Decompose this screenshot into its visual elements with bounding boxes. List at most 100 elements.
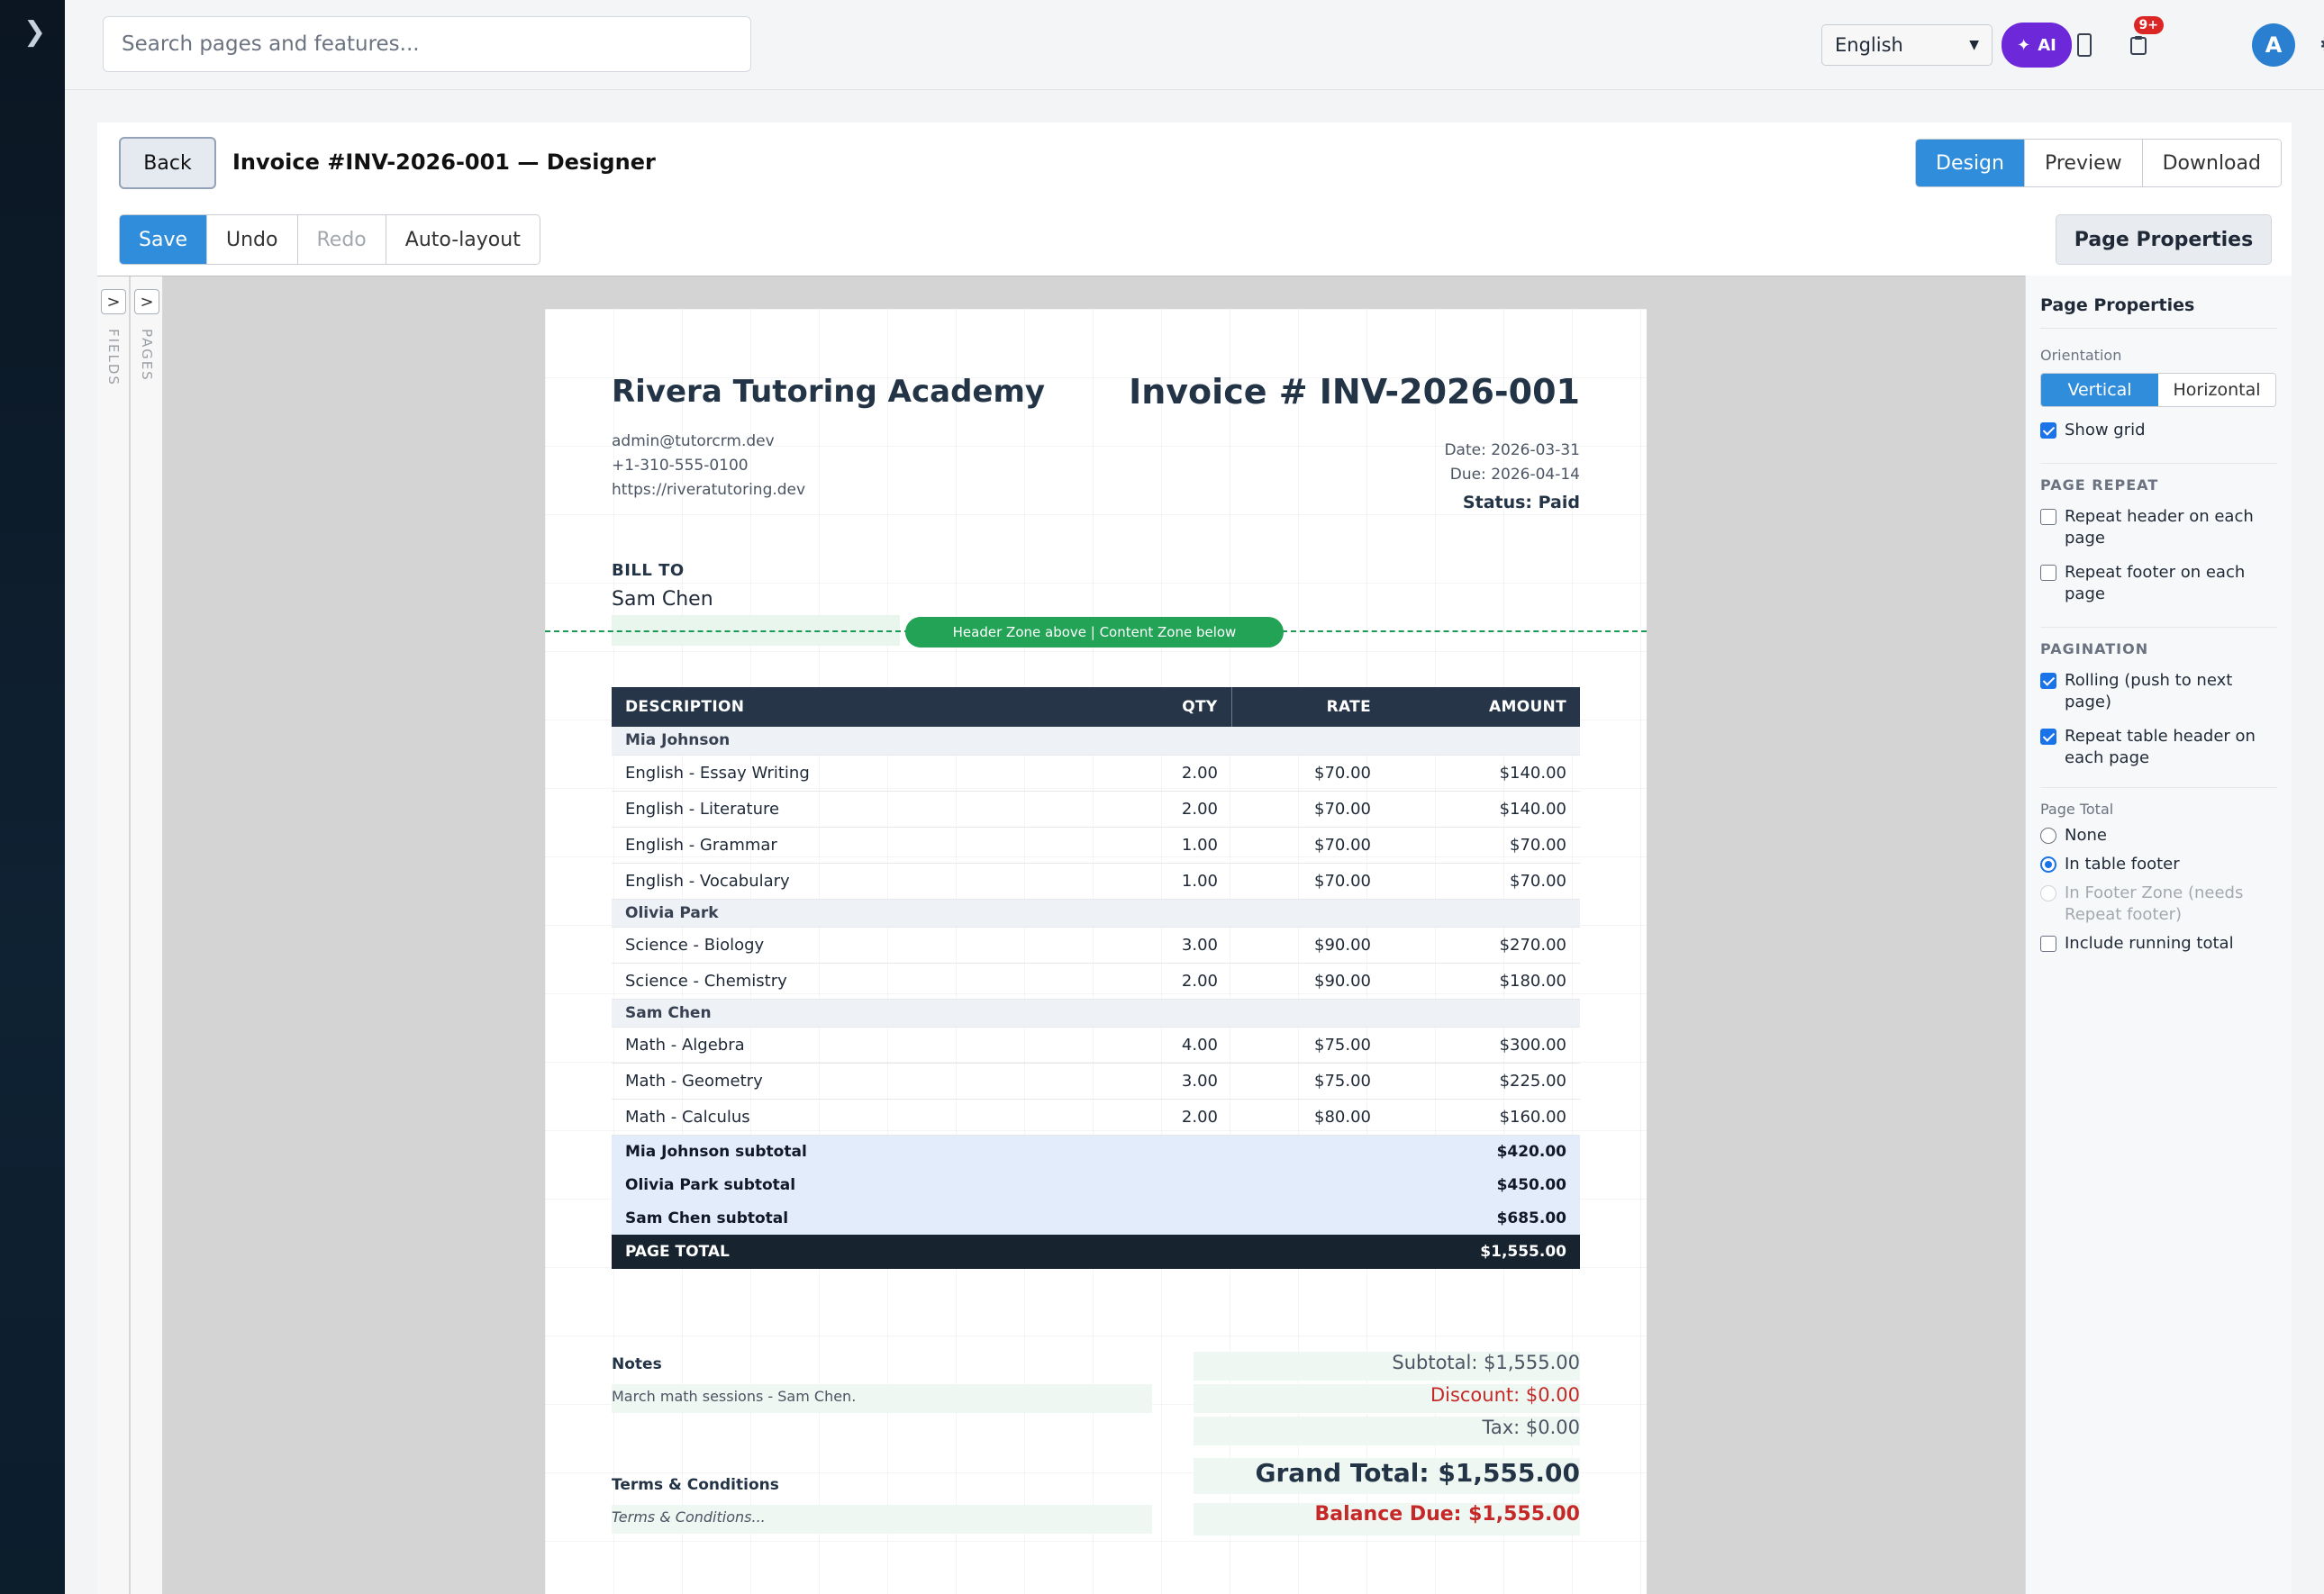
orientation-label: Orientation [2040,347,2122,364]
table-row: English - Grammar 1.00 $70.00 $70.00 [612,827,1580,864]
page-total-heading: Page Total [2040,787,2277,818]
invoice-dates[interactable]: Date: 2026-03-31 Due: 2026-04-14 [1444,439,1580,487]
notes-text[interactable]: March math sessions - Sam Chen. [612,1384,1152,1413]
group-row: Mia Johnson [612,727,1580,756]
clipboard-icon [2130,36,2147,55]
view-mode-group: Design Preview Download [1915,139,2282,187]
page-repeat-heading: PAGE REPEAT [2040,463,2277,494]
ai-label: AI [2038,35,2056,55]
designer-panel: Back Invoice #INV-2026-001 — Designer De… [97,122,2292,1594]
terms-text[interactable]: Terms & Conditions... [612,1505,1152,1534]
tab-design[interactable]: Design [1916,140,2025,186]
expand-fields-icon[interactable]: > [101,289,126,314]
col-rate: RATE [1231,687,1384,727]
page-title: Invoice #INV-2026-001 — Designer [232,149,656,175]
subtotal-row: Sam Chen subtotal $685.00 [612,1201,1580,1235]
radio-disabled-icon[interactable] [2040,885,2056,901]
chevron-down-icon: ▼ [1969,38,1979,52]
repeat-footer-checkbox[interactable]: Repeat footer on each page [2040,562,2277,605]
ai-button[interactable]: ✦ AI [2002,23,2072,68]
company-contact[interactable]: admin@tutorcrm.dev +1-310-555-0100 https… [612,430,805,503]
company-phone: +1-310-555-0100 [612,457,749,475]
invoice-status[interactable]: Status: Paid [1463,493,1580,512]
checkbox-icon[interactable] [2040,509,2056,525]
expand-sidebar-icon[interactable]: ❯ [23,16,46,48]
page-properties-panel: Page Properties Orientation Vertical Hor… [2025,276,2292,1594]
redo-button[interactable]: Redo [298,215,386,264]
checkbox-checked-icon[interactable] [2040,729,2056,745]
bill-to-name[interactable]: Sam Chen [612,588,713,611]
subtotal-field[interactable]: Subtotal: $1,555.00 [1194,1352,1580,1381]
discount-field[interactable]: Discount: $0.00 [1194,1384,1580,1413]
group-row: Sam Chen [612,999,1580,1028]
orientation-horizontal[interactable]: Horizontal [2158,374,2275,406]
col-amount: AMOUNT [1384,687,1580,727]
tab-download[interactable]: Download [2142,140,2281,186]
bill-to-label[interactable]: BILL TO [612,561,685,580]
invoice-page[interactable]: Rivera Tutoring Academy Invoice # INV-20… [545,309,1647,1594]
table-row: Math - Algebra 4.00 $75.00 $300.00 [612,1027,1580,1064]
terms-label[interactable]: Terms & Conditions [612,1476,779,1494]
left-rail: ❯ [0,0,65,1594]
page-total-footer-zone-radio[interactable]: In Footer Zone (needs Repeat footer) [2040,883,2277,926]
subtotal-row: Mia Johnson subtotal $420.00 [612,1135,1580,1168]
checkbox-icon[interactable] [2040,936,2056,952]
undo-button[interactable]: Undo [207,215,298,264]
search-input[interactable] [103,16,751,72]
fields-panel-tab[interactable]: > FIELDS [97,276,130,1594]
pages-label: PAGES [139,329,155,382]
repeat-table-header-checkbox[interactable]: Repeat table header on each page [2040,726,2277,769]
page-total-none-radio[interactable]: None [2040,825,2277,847]
subtotal-row: Olivia Park subtotal $450.00 [612,1168,1580,1201]
editor-toolbar: Save Undo Redo Auto-layout [119,214,540,265]
orientation-toggle: Vertical Horizontal [2040,373,2276,407]
back-button[interactable]: Back [119,137,216,189]
radio-selected-icon[interactable] [2040,856,2056,873]
expand-pages-icon[interactable]: > [134,289,159,314]
orientation-vertical[interactable]: Vertical [2041,374,2158,406]
properties-title: Page Properties [2040,295,2277,329]
pagination-heading: PAGINATION [2040,627,2277,657]
fields-label: FIELDS [105,329,122,386]
table-row: English - Vocabulary 1.00 $70.00 $70.00 [612,863,1580,900]
table-row: Science - Chemistry 2.00 $90.00 $180.00 [612,963,1580,1000]
show-grid-checkbox[interactable]: Show grid [2040,420,2277,441]
balance-due-field[interactable]: Balance Due: $1,555.00 [1194,1503,1580,1535]
notes-label[interactable]: Notes [612,1355,662,1373]
col-qty: QTY [1132,687,1232,727]
checkbox-icon[interactable] [2040,565,2056,581]
rolling-checkbox[interactable]: Rolling (push to next page) [2040,670,2277,713]
gear-icon[interactable]: ⚙ [2311,27,2324,63]
notifications-button[interactable]: 9+ [2120,16,2164,63]
tab-preview[interactable]: Preview [2024,140,2143,186]
top-bar: English ▼ ✦ AI 9+ A ⚙ [65,0,2324,90]
table-row: English - Essay Writing 2.00 $70.00 $140.00 [612,755,1580,792]
line-items-table[interactable]: DESCRIPTION QTY RATE AMOUNT Mia Johnson … [612,687,1580,1269]
table-row: Math - Geometry 3.00 $75.00 $225.00 [612,1063,1580,1100]
mobile-icon[interactable] [2066,27,2102,63]
invoice-title[interactable]: Invoice # INV-2026-001 [1129,372,1580,412]
checkbox-checked-icon[interactable] [2040,422,2056,439]
language-select[interactable]: English ▼ [1821,24,1993,66]
pages-panel-tab[interactable]: > PAGES [131,276,163,1594]
auto-layout-button[interactable]: Auto-layout [386,215,540,264]
language-value: English [1835,34,1903,56]
page-properties-button[interactable]: Page Properties [2056,214,2272,265]
tax-field[interactable]: Tax: $0.00 [1194,1417,1580,1445]
radio-icon[interactable] [2040,828,2056,844]
avatar[interactable]: A [2252,23,2295,67]
zone-divider-label[interactable]: Header Zone above | Content Zone below [905,617,1284,648]
page-total-table-footer-radio[interactable]: In table footer [2040,854,2277,875]
company-name[interactable]: Rivera Tutoring Academy [612,374,1045,410]
grand-total-field[interactable]: Grand Total: $1,555.00 [1194,1458,1580,1494]
invoice-date: Date: 2026-03-31 [1444,441,1580,459]
invoice-due-date: Due: 2026-04-14 [1449,466,1580,484]
design-canvas[interactable]: > FIELDS > PAGES Rivera Tutoring Academy… [97,276,2025,1594]
group-row: Olivia Park [612,899,1580,928]
save-button[interactable]: Save [120,215,208,264]
checkbox-checked-icon[interactable] [2040,673,2056,689]
table-row: Science - Biology 3.00 $90.00 $270.00 [612,927,1580,964]
running-total-checkbox[interactable]: Include running total [2040,933,2277,955]
company-website: https://riveratutoring.dev [612,481,806,499]
repeat-header-checkbox[interactable]: Repeat header on each page [2040,506,2277,549]
